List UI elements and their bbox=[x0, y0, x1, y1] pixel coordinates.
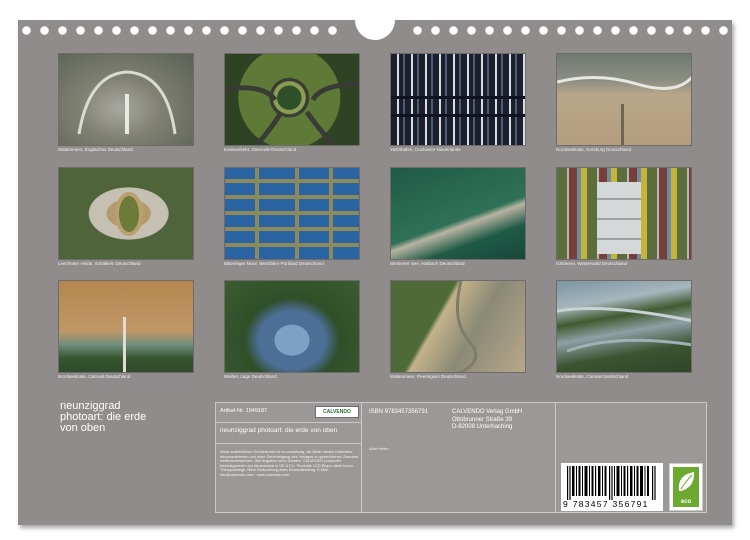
photo-roundabout bbox=[224, 53, 360, 146]
photo-caption: Bitterlinger Moor, Westfalen-Portland De… bbox=[224, 261, 324, 266]
publisher-line: Ottobrunner Straße 39 bbox=[452, 416, 513, 423]
aerial-roundabout-icon bbox=[225, 81, 359, 145]
photo-caption: Nordseeküste, Carnoel Deutschland bbox=[58, 374, 131, 379]
binding-hole bbox=[256, 26, 265, 35]
binding-hole bbox=[292, 26, 301, 35]
binding-hole bbox=[557, 26, 566, 35]
binding-hole bbox=[719, 26, 728, 35]
photo-greenhouse bbox=[556, 167, 692, 260]
photo-forest-lake bbox=[224, 280, 360, 373]
divider bbox=[216, 443, 362, 444]
binding-hole bbox=[701, 26, 710, 35]
eco-badge-fill: eco bbox=[673, 467, 699, 507]
binding-hole bbox=[184, 26, 193, 35]
eco-badge: eco bbox=[669, 463, 703, 511]
binding-hole bbox=[274, 26, 283, 35]
binding-hole bbox=[503, 26, 512, 35]
info-column-publisher: ISBN 9783457356791 CALVENDO Verlag GmbH … bbox=[363, 403, 556, 512]
aerial-pond-icon bbox=[115, 192, 143, 236]
photo-mudflat bbox=[390, 280, 526, 373]
binding-hole bbox=[238, 26, 247, 35]
aerial-greenhouse-icon bbox=[597, 182, 641, 254]
photo-caption: Kreisverkehr, Osterode Deutschland bbox=[224, 147, 297, 152]
calendar-back-page: Wattenmeer, Englisches Deutschland Kreis… bbox=[18, 18, 732, 525]
aerial-coast-icon bbox=[557, 75, 691, 145]
binding-hole bbox=[220, 26, 229, 35]
barcode-area: 9 783457 356791 bbox=[557, 403, 667, 512]
photo-caption: Leechteter Heide, Schalkeln Deutschland bbox=[58, 261, 141, 266]
product-info-box: Artikel-Nr. 1949187 CALVENDO neunziggrad… bbox=[215, 402, 707, 513]
eco-label: eco bbox=[680, 499, 692, 505]
aerial-tidal-flat-icon bbox=[77, 70, 177, 135]
photo-caption: Steinerter See, Harbach Deutschland bbox=[390, 261, 465, 266]
photo-salt-marsh bbox=[556, 280, 692, 373]
photo-lake bbox=[390, 167, 526, 260]
binding-hole bbox=[76, 26, 85, 35]
photo-caption: Wattenmeer, Fleeringsiel Deutschland bbox=[390, 374, 466, 379]
aerial-pier-icon bbox=[123, 317, 126, 372]
photo-tidal-flat bbox=[58, 53, 194, 146]
aerial-ponds-icon bbox=[255, 168, 333, 259]
calvendo-logo: CALVENDO bbox=[315, 406, 359, 418]
binding-hole bbox=[328, 26, 337, 35]
photo-pond bbox=[58, 167, 194, 260]
product-title: neunziggrad photoart: die erde von oben bbox=[220, 427, 338, 434]
barcode-bars-icon bbox=[567, 466, 656, 500]
binding-hole bbox=[665, 26, 674, 35]
isbn: ISBN 9783457356791 bbox=[369, 409, 429, 415]
publisher-line: CALVENDO Verlag GmbH bbox=[452, 409, 523, 415]
barcode: 9 783457 356791 bbox=[561, 463, 663, 511]
binding-hole bbox=[310, 26, 319, 35]
photo-pier bbox=[58, 280, 194, 373]
author-label: Ahm Heller bbox=[369, 446, 389, 451]
divider bbox=[216, 422, 362, 423]
binding-hole bbox=[130, 26, 139, 35]
photo-marina bbox=[390, 53, 526, 146]
binding-hole bbox=[467, 26, 476, 35]
binding-hole bbox=[647, 26, 656, 35]
calendar-title: neunziggrad photoart: die erde von oben bbox=[60, 401, 210, 434]
photo-caption: Yachthafen, Cuxhaven Niederlande bbox=[390, 147, 461, 152]
binding-hole bbox=[521, 26, 530, 35]
binding-hole bbox=[58, 26, 67, 35]
hanger-notch bbox=[355, 18, 395, 40]
binding-hole bbox=[166, 26, 175, 35]
publisher-line: D-82008 Unterhaching bbox=[452, 424, 513, 430]
binding-hole bbox=[94, 26, 103, 35]
photo-caption: Nordseeküste, Carnoel Deutschland bbox=[556, 374, 629, 379]
binding-hole bbox=[575, 26, 584, 35]
legal-fine-print: Inhalt ausführlicher Schutzrechte ist es… bbox=[220, 450, 359, 477]
binding-hole bbox=[611, 26, 620, 35]
binding-holes bbox=[18, 18, 732, 40]
binding-hole bbox=[539, 26, 548, 35]
title-line: von oben bbox=[60, 422, 106, 434]
barcode-number: 9 783457 356791 bbox=[563, 499, 649, 509]
binding-hole bbox=[593, 26, 602, 35]
binding-hole bbox=[112, 26, 121, 35]
photo-caption: Wattenmeer, Englisches Deutschland bbox=[58, 147, 133, 152]
leaf-icon bbox=[678, 472, 695, 491]
binding-hole bbox=[431, 26, 440, 35]
binding-hole bbox=[629, 26, 638, 35]
binding-hole bbox=[40, 26, 49, 35]
photo-caption: Nordseeküste, Dorsburg Deutschland bbox=[556, 147, 632, 152]
aerial-salt-marsh-icon bbox=[557, 307, 691, 353]
binding-hole bbox=[202, 26, 211, 35]
info-column-product: Artikel-Nr. 1949187 CALVENDO neunziggrad… bbox=[216, 403, 362, 512]
binding-hole bbox=[22, 26, 31, 35]
photo-caption: Gärtnerei, Westerwald Deutschland bbox=[556, 261, 627, 266]
aerial-marina-icon bbox=[391, 96, 525, 117]
binding-hole bbox=[413, 26, 422, 35]
photo-ponds bbox=[224, 167, 360, 260]
photo-coast bbox=[556, 53, 692, 146]
publisher-address: CALVENDO Verlag GmbH Ottobrunner Straße … bbox=[452, 409, 522, 432]
aerial-mudflat-icon bbox=[455, 281, 478, 372]
binding-hole bbox=[148, 26, 157, 35]
photo-caption: Weiher, Lage Deutschland bbox=[224, 374, 277, 379]
binding-hole bbox=[485, 26, 494, 35]
binding-hole bbox=[449, 26, 458, 35]
binding-hole bbox=[683, 26, 692, 35]
article-number: Artikel-Nr. 1949187 bbox=[220, 408, 268, 414]
